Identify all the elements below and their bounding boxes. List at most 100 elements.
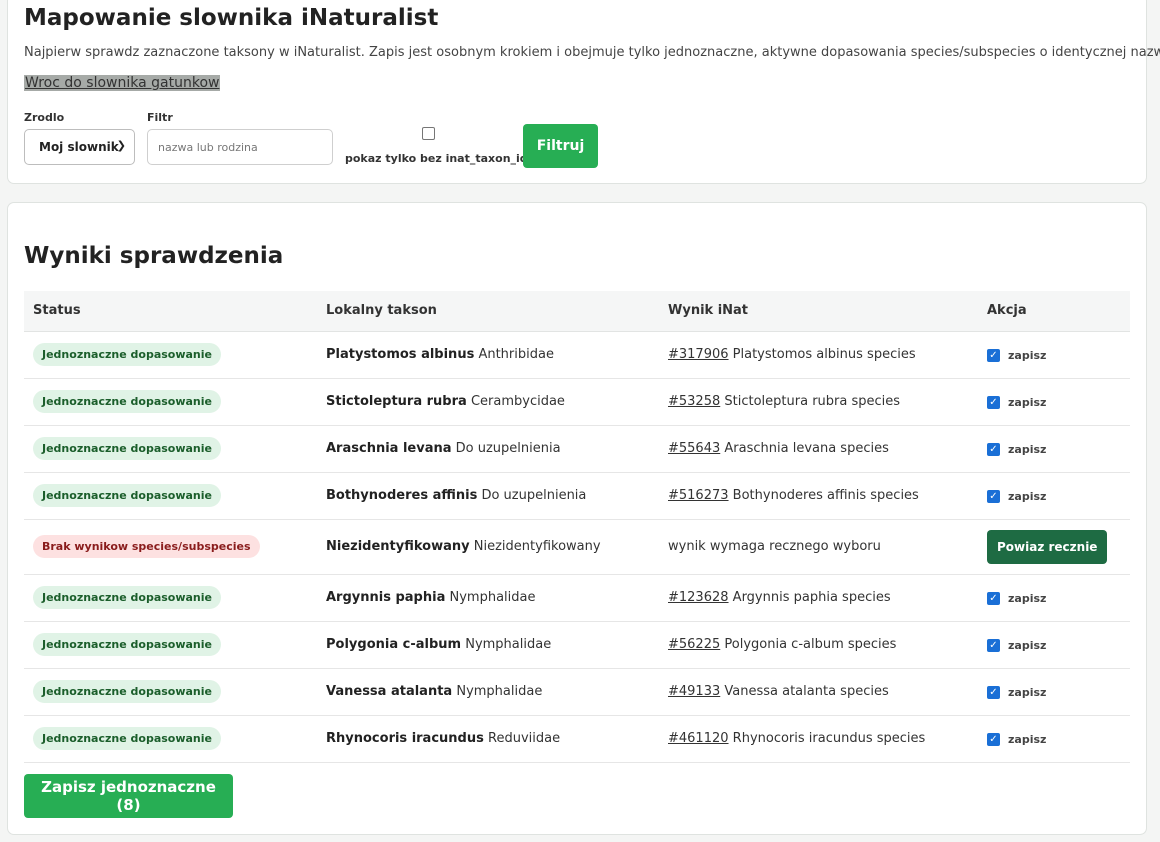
save-checkbox[interactable]: ✓ bbox=[987, 639, 1000, 653]
inat-result-text: Polygonia c-album species bbox=[724, 637, 897, 652]
check-icon: ✓ bbox=[989, 639, 998, 651]
status-badge: Jednoznaczne dopasowanie bbox=[33, 484, 221, 507]
inat-taxon-link[interactable]: #56225 bbox=[668, 637, 720, 652]
inat-result-text: Vanessa atalanta species bbox=[724, 684, 889, 699]
status-badge: Jednoznaczne dopasowanie bbox=[33, 633, 221, 656]
status-badge: Jednoznaczne dopasowanie bbox=[33, 680, 221, 703]
results-card: Wyniki sprawdzenia Status Lokalny takson… bbox=[7, 202, 1147, 835]
species-name: Bothynoderes affinis bbox=[326, 488, 478, 503]
inat-result-text: Stictoleptura rubra species bbox=[724, 394, 901, 409]
inat-taxon-link[interactable]: #516273 bbox=[668, 488, 729, 503]
save-unambiguous-button[interactable]: Zapisz jednoznaczne (8) bbox=[24, 774, 233, 818]
filter-label: Filtr bbox=[147, 111, 173, 124]
inat-taxon-link[interactable]: #461120 bbox=[668, 731, 729, 746]
status-badge: Jednoznaczne dopasowanie bbox=[33, 437, 221, 460]
save-checkbox[interactable]: ✓ bbox=[987, 733, 1000, 747]
results-table: Status Lokalny takson Wynik iNat Akcja J… bbox=[24, 291, 1130, 763]
save-checkbox-label: zapisz bbox=[1008, 592, 1047, 606]
check-icon: ✓ bbox=[989, 686, 998, 698]
table-row: Jednoznaczne dopasowanie Stictoleptura r… bbox=[24, 378, 1130, 426]
table-row: Jednoznaczne dopasowanie Bothynoderes af… bbox=[24, 472, 1130, 520]
save-checkbox[interactable]: ✓ bbox=[987, 490, 1000, 504]
inat-taxon-link[interactable]: #317906 bbox=[668, 347, 729, 362]
status-badge: Brak wynikow species/subspecies bbox=[33, 535, 260, 558]
family-name: Do uzupelnienia bbox=[455, 441, 561, 456]
family-name: Anthribidae bbox=[478, 347, 554, 362]
table-row: Brak wynikow species/subspecies Nieziden… bbox=[24, 519, 1130, 575]
save-checkbox-label: zapisz bbox=[1008, 349, 1047, 363]
source-label: Zrodlo bbox=[24, 111, 65, 124]
save-checkbox[interactable]: ✓ bbox=[987, 443, 1000, 457]
check-icon: ✓ bbox=[989, 490, 998, 502]
check-icon: ✓ bbox=[989, 592, 998, 604]
species-name: Stictoleptura rubra bbox=[326, 394, 467, 409]
species-name: Polygonia c-album bbox=[326, 637, 462, 652]
source-select[interactable]: Moj slownik ❯ bbox=[24, 129, 135, 165]
species-name: Platystomos albinus bbox=[326, 347, 475, 362]
save-checkbox-label: zapisz bbox=[1008, 443, 1047, 457]
results-title: Wyniki sprawdzenia bbox=[24, 243, 284, 269]
save-checkbox-label: zapisz bbox=[1008, 490, 1047, 504]
check-icon: ✓ bbox=[989, 396, 998, 408]
table-row: Jednoznaczne dopasowanie Platystomos alb… bbox=[24, 331, 1130, 379]
family-name: Nymphalidae bbox=[465, 637, 552, 652]
family-name: Niezidentyfikowany bbox=[473, 539, 601, 554]
column-header-status: Status bbox=[24, 291, 317, 332]
inat-result-text: Bothynoderes affinis species bbox=[732, 488, 919, 503]
save-checkbox[interactable]: ✓ bbox=[987, 349, 1000, 363]
save-checkbox-label: zapisz bbox=[1008, 639, 1047, 653]
table-row: Jednoznaczne dopasowanie Argynnis paphia… bbox=[24, 574, 1130, 622]
filter-button[interactable]: Filtruj bbox=[523, 124, 598, 168]
species-name: Argynnis paphia bbox=[326, 590, 446, 605]
table-row: Jednoznaczne dopasowanie Araschnia levan… bbox=[24, 425, 1130, 473]
only-missing-label: pokaz tylko bez inat_taxon_id bbox=[345, 152, 528, 165]
mapping-header-card: Mapowanie slownika iNaturalist Najpierw … bbox=[7, 0, 1160, 184]
status-badge: Jednoznaczne dopasowanie bbox=[33, 586, 221, 609]
save-checkbox-label: zapisz bbox=[1008, 733, 1047, 747]
inat-taxon-link[interactable]: #55643 bbox=[668, 441, 720, 456]
table-row: Jednoznaczne dopasowanie Polygonia c-alb… bbox=[24, 621, 1130, 669]
status-badge: Jednoznaczne dopasowanie bbox=[33, 727, 221, 750]
save-checkbox-label: zapisz bbox=[1008, 686, 1047, 700]
source-select-value: Moj slownik bbox=[39, 140, 119, 154]
status-badge: Jednoznaczne dopasowanie bbox=[33, 343, 221, 366]
back-to-dictionary-link[interactable]: Wroc do slownika gatunkow bbox=[24, 75, 221, 91]
column-header-local-taxon: Lokalny takson bbox=[317, 291, 659, 332]
inat-result-text: Platystomos albinus species bbox=[732, 347, 916, 362]
manual-link-button[interactable]: Powiaz recznie bbox=[987, 529, 1108, 564]
inat-result-text: Araschnia levana species bbox=[724, 441, 889, 456]
species-name: Vanessa atalanta bbox=[326, 684, 453, 699]
family-name: Cerambycidae bbox=[470, 394, 565, 409]
column-header-inat-result: Wynik iNat bbox=[659, 291, 978, 332]
column-header-action: Akcja bbox=[978, 291, 1130, 332]
species-name: Niezidentyfikowany bbox=[326, 539, 470, 554]
species-name: Araschnia levana bbox=[326, 441, 452, 456]
only-missing-checkbox[interactable] bbox=[422, 127, 435, 140]
check-icon: ✓ bbox=[989, 443, 998, 455]
species-name: Rhynocoris iracundus bbox=[326, 731, 484, 746]
check-icon: ✓ bbox=[989, 733, 998, 745]
inat-taxon-link[interactable]: #123628 bbox=[668, 590, 729, 605]
inat-result-text: Rhynocoris iracundus species bbox=[732, 731, 926, 746]
save-checkbox[interactable]: ✓ bbox=[987, 396, 1000, 410]
family-name: Nymphalidae bbox=[449, 590, 536, 605]
inat-taxon-link[interactable]: #53258 bbox=[668, 394, 720, 409]
filter-input[interactable] bbox=[147, 129, 333, 165]
intro-text: Najpierw sprawdz zaznaczone taksony w iN… bbox=[24, 45, 1160, 60]
chevron-down-icon: ❯ bbox=[116, 139, 126, 152]
page-title: Mapowanie slownika iNaturalist bbox=[24, 5, 439, 31]
inat-result-text: Argynnis paphia species bbox=[732, 590, 891, 605]
family-name: Nymphalidae bbox=[456, 684, 543, 699]
save-checkbox[interactable]: ✓ bbox=[987, 592, 1000, 606]
check-icon: ✓ bbox=[989, 349, 998, 361]
table-row: Jednoznaczne dopasowanie Rhynocoris irac… bbox=[24, 715, 1130, 763]
status-badge: Jednoznaczne dopasowanie bbox=[33, 390, 221, 413]
table-header-row: Status Lokalny takson Wynik iNat Akcja bbox=[24, 291, 1130, 332]
inat-result-text: wynik wymaga recznego wyboru bbox=[668, 539, 881, 554]
family-name: Reduviidae bbox=[488, 731, 561, 746]
family-name: Do uzupelnienia bbox=[481, 488, 587, 503]
table-row: Jednoznaczne dopasowanie Vanessa atalant… bbox=[24, 668, 1130, 716]
inat-taxon-link[interactable]: #49133 bbox=[668, 684, 720, 699]
save-checkbox-label: zapisz bbox=[1008, 396, 1047, 410]
save-checkbox[interactable]: ✓ bbox=[987, 686, 1000, 700]
